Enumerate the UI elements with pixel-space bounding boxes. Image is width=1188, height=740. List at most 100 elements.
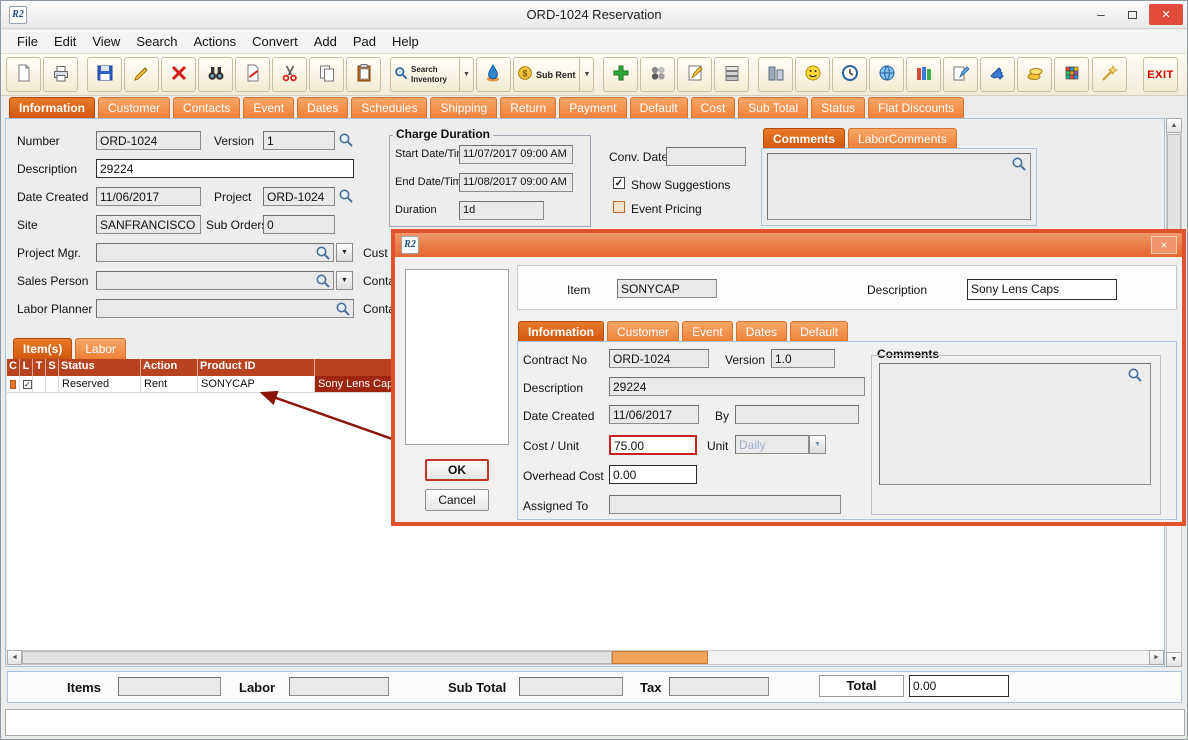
tab-default[interactable]: Default [630, 97, 688, 118]
tab-contacts[interactable]: Contacts [173, 97, 240, 118]
dialog-description-field[interactable]: Sony Lens Caps [967, 279, 1117, 300]
dialog-date-created-field[interactable]: 11/06/2017 [609, 405, 699, 424]
sales-person-dropdown[interactable]: ▼ [336, 271, 353, 290]
menu-add[interactable]: Add [306, 32, 345, 51]
new-document-button[interactable] [6, 57, 41, 92]
write-button[interactable] [943, 57, 978, 92]
menu-pad[interactable]: Pad [345, 32, 384, 51]
tab-status[interactable]: Status [811, 97, 865, 118]
sub-rent-button[interactable]: $ Sub Rent ▼ [513, 57, 594, 92]
tab-sub-total[interactable]: Sub Total [738, 97, 808, 118]
stack-button[interactable] [714, 57, 749, 92]
sub-orders-field[interactable]: 0 [263, 215, 335, 234]
end-datetime-field[interactable]: 11/08/2017 09:00 AM [459, 173, 573, 192]
dialog-form-description-field[interactable]: 29224 [609, 377, 865, 396]
dialog-item-field[interactable]: SONYCAP [617, 279, 717, 298]
menu-convert[interactable]: Convert [244, 32, 306, 51]
project-field[interactable]: ORD-1024 [263, 187, 335, 206]
search-inventory-button[interactable]: Search Inventory ▼ [390, 57, 474, 92]
tab-return[interactable]: Return [500, 97, 556, 118]
search-inventory-dropdown[interactable]: ▼ [459, 58, 470, 91]
description-field[interactable]: 29224 [96, 159, 354, 178]
tab-event[interactable]: Event [243, 97, 294, 118]
cost-unit-field[interactable]: 75.00 [609, 435, 697, 455]
col-c[interactable]: C [7, 359, 20, 376]
dialog-comments-textarea[interactable] [879, 363, 1151, 485]
cancel-button[interactable]: Cancel [425, 489, 489, 511]
dialog-version-field[interactable]: 1.0 [771, 349, 835, 368]
dialog-close-button[interactable]: × [1151, 236, 1177, 254]
col-action[interactable]: Action [141, 359, 198, 376]
save-button[interactable] [87, 57, 122, 92]
menu-search[interactable]: Search [128, 32, 185, 51]
edit-button[interactable] [124, 57, 159, 92]
wand-button[interactable] [1092, 57, 1127, 92]
scrollbar-segment[interactable] [22, 651, 612, 664]
sales-person-lookup-icon[interactable] [315, 273, 331, 289]
tab-comments[interactable]: Comments [763, 128, 845, 148]
clock-button[interactable] [832, 57, 867, 92]
menu-edit[interactable]: Edit [46, 32, 84, 51]
dialog-tab-dates[interactable]: Dates [736, 321, 787, 341]
col-status[interactable]: Status [59, 359, 141, 376]
tab-customer[interactable]: Customer [98, 97, 170, 118]
unit-dropdown[interactable]: ▼ [809, 435, 826, 454]
menu-view[interactable]: View [84, 32, 128, 51]
row-l-checkbox[interactable]: ✓ [23, 380, 32, 389]
dialog-tab-event[interactable]: Event [682, 321, 733, 341]
tab-cost[interactable]: Cost [691, 97, 736, 118]
smiley-button[interactable] [795, 57, 830, 92]
add-button[interactable] [603, 57, 638, 92]
delete-button[interactable] [161, 57, 196, 92]
start-datetime-field[interactable]: 11/07/2017 09:00 AM [459, 145, 573, 164]
cut-sheet-button[interactable] [235, 57, 270, 92]
tab-flat-discounts[interactable]: Flat Discounts [868, 97, 964, 118]
site-field[interactable]: SANFRANCISCO [96, 215, 201, 234]
print-button[interactable] [43, 57, 78, 92]
menu-actions[interactable]: Actions [186, 32, 245, 51]
copy-button[interactable] [309, 57, 344, 92]
cut-button[interactable] [272, 57, 307, 92]
event-pricing-checkbox[interactable] [613, 201, 625, 213]
row-status[interactable]: Reserved [59, 376, 141, 393]
key-button[interactable] [980, 57, 1015, 92]
sales-person-field[interactable] [96, 271, 334, 290]
unit-combo[interactable]: Daily [735, 435, 809, 454]
ok-button[interactable]: OK [425, 459, 489, 481]
scroll-right-arrow[interactable]: ► [1149, 650, 1164, 665]
books-button[interactable] [906, 57, 941, 92]
options-button[interactable] [640, 57, 675, 92]
close-button[interactable]: × [1149, 4, 1183, 25]
row-c-checkbox[interactable] [10, 380, 16, 389]
tab-shipping[interactable]: Shipping [430, 97, 497, 118]
col-product-id[interactable]: Product ID [198, 359, 315, 376]
row-product-id[interactable]: SONYCAP [198, 376, 315, 393]
comments-lookup-icon[interactable] [1011, 156, 1027, 172]
version-lookup-icon[interactable] [338, 132, 354, 148]
maximize-button[interactable] [1118, 4, 1146, 25]
comments-textarea[interactable] [767, 153, 1031, 220]
project-lookup-icon[interactable] [338, 188, 354, 204]
scroll-down-arrow[interactable]: ▼ [1166, 652, 1182, 667]
row-action[interactable]: Rent [141, 376, 198, 393]
project-mgr-field[interactable] [96, 243, 334, 262]
dialog-tab-information[interactable]: Information [518, 321, 604, 341]
menu-help[interactable]: Help [384, 32, 427, 51]
sub-rent-dropdown[interactable]: ▼ [579, 58, 590, 91]
overhead-cost-field[interactable]: 0.00 [609, 465, 697, 484]
show-suggestions-checkbox[interactable]: ✓ [613, 177, 625, 189]
scroll-left-arrow[interactable]: ◄ [7, 650, 22, 665]
project-mgr-lookup-icon[interactable] [315, 245, 331, 261]
tab-payment[interactable]: Payment [559, 97, 626, 118]
number-field[interactable]: ORD-1024 [96, 131, 201, 150]
find-button[interactable] [198, 57, 233, 92]
cube-button[interactable] [1054, 57, 1089, 92]
tab-labor[interactable]: Labor [75, 338, 126, 359]
tab-information[interactable]: Information [9, 97, 95, 118]
date-created-field[interactable]: 11/06/2017 [96, 187, 201, 206]
report-button[interactable] [758, 57, 793, 92]
scrollbar-thumb[interactable] [612, 651, 708, 664]
labor-planner-field[interactable] [96, 299, 354, 318]
paste-button[interactable] [346, 57, 381, 92]
col-t[interactable]: T [33, 359, 46, 376]
